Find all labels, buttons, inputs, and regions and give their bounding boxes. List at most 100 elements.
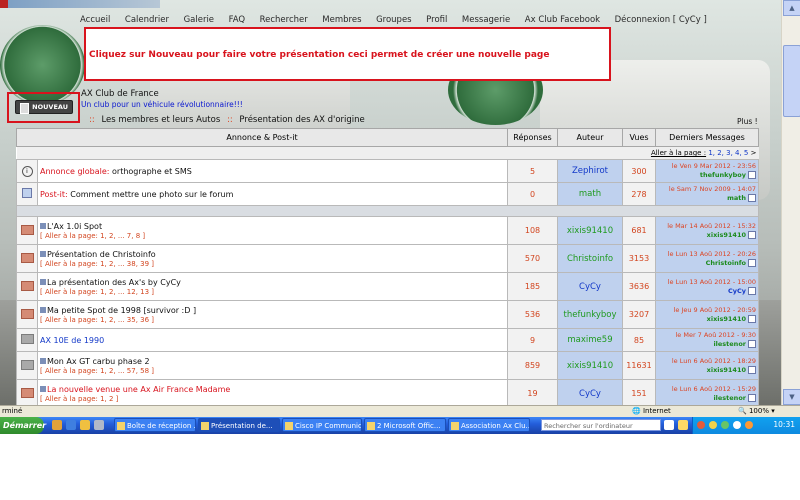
go-to-last-icon[interactable] [748, 314, 756, 323]
last-message-user[interactable]: xixis91410 [707, 366, 746, 374]
topic-title[interactable]: L'Ax 1.0i Spot [47, 222, 102, 231]
nav-profil[interactable]: Profil [426, 15, 447, 25]
topic-author[interactable]: maxime59 [557, 328, 623, 352]
task-association[interactable]: Association Ax Clu... [448, 418, 530, 432]
last-message-user[interactable]: Christoinfo [706, 259, 746, 267]
last-message-user[interactable]: thefunkyboy [700, 171, 746, 179]
nav-messagerie[interactable]: Messagerie [462, 15, 510, 25]
pagination-pages[interactable]: 1, 2, 3, 4, 5 [708, 149, 748, 157]
topic-title[interactable]: Présentation de Christoinfo [47, 250, 156, 259]
topic-author[interactable]: Zephirot [557, 159, 623, 183]
go-to-last-icon[interactable] [748, 194, 756, 202]
topic-title[interactable]: AX 10E de 1990 [40, 336, 104, 345]
pagination-next[interactable]: > [751, 149, 757, 157]
tray-volume-icon[interactable] [733, 421, 741, 429]
topic-pages[interactable]: [ Aller à la page: 1, 2, ... 7, 8 ] [40, 232, 145, 240]
table-row[interactable]: La présentation des Ax's by CyCy[ Aller … [16, 272, 759, 301]
tray-network-icon[interactable] [721, 421, 729, 429]
table-row[interactable]: L'Ax 1.0i Spot[ Aller à la page: 1, 2, .… [16, 216, 759, 245]
go-to-last-icon[interactable] [748, 171, 756, 179]
start-button[interactable]: Démarrer [0, 417, 46, 434]
nav-deconnexion[interactable]: Déconnexion [ CyCy ] [615, 15, 707, 25]
topic-pages[interactable]: [ Aller à la page: 1, 2, ... 12, 13 ] [40, 288, 154, 296]
topic-pages[interactable]: [ Aller à la page: 1, 2, ... 38, 39 ] [40, 260, 154, 268]
last-message-user[interactable]: ilestenor [713, 394, 746, 402]
quicklaunch-outlook-icon[interactable] [52, 420, 62, 430]
topic-title-cell[interactable]: Post-it: Comment mettre une photo sur le… [37, 182, 508, 206]
go-to-last-icon[interactable] [748, 393, 756, 402]
quicklaunch-folder-icon[interactable] [80, 420, 90, 430]
nav-faq[interactable]: FAQ [229, 15, 245, 25]
search-go-icon[interactable] [664, 420, 674, 430]
topic-author[interactable]: CyCy [557, 272, 623, 301]
last-message-user[interactable]: CyCy [728, 287, 746, 295]
zoom-level[interactable]: 🔍 100% ▾ [738, 407, 775, 415]
table-row[interactable]: Mon Ax GT carbu phase 2[ Aller à la page… [16, 351, 759, 380]
task-inbox[interactable]: Boîte de réception ... [114, 418, 196, 432]
go-to-last-icon[interactable] [748, 365, 756, 374]
topic-author[interactable]: thefunkyboy [557, 300, 623, 329]
tray-security-icon[interactable] [709, 421, 717, 429]
nav-calendrier[interactable]: Calendrier [125, 15, 169, 25]
plus-link[interactable]: Plus ! [737, 117, 758, 126]
topic-title[interactable]: Ma petite Spot de 1998 [survivor :D ] [47, 306, 196, 315]
topic-title-cell[interactable]: L'Ax 1.0i Spot[ Aller à la page: 1, 2, .… [37, 216, 508, 245]
topic-author[interactable]: xixis91410 [557, 216, 623, 245]
last-message-user[interactable]: xixis91410 [707, 231, 746, 239]
nav-accueil[interactable]: Accueil [80, 15, 110, 25]
topic-title-cell[interactable]: Présentation de Christoinfo[ Aller à la … [37, 244, 508, 273]
go-to-last-icon[interactable] [748, 258, 756, 267]
nav-facebook[interactable]: Ax Club Facebook [525, 15, 600, 25]
topic-title[interactable]: La présentation des Ax's by CyCy [47, 278, 181, 287]
topic-title-cell[interactable]: La présentation des Ax's by CyCy[ Aller … [37, 272, 508, 301]
topic-author[interactable]: Christoinfo [557, 244, 623, 273]
topic-author[interactable]: CyCy [557, 379, 623, 405]
quicklaunch-ie-icon[interactable] [66, 420, 76, 430]
go-to-last-icon[interactable] [748, 340, 756, 348]
new-topic-button[interactable]: NOUVEAU [15, 100, 73, 114]
scrollbar-thumb[interactable] [783, 45, 800, 117]
breadcrumb-members-autos[interactable]: Les membres et leurs Autos [101, 115, 220, 125]
topic-pages[interactable]: [ Aller à la page: 1, 2, ... 57, 58 ] [40, 367, 154, 375]
breadcrumb-presentation[interactable]: Présentation des AX d'origine [239, 115, 364, 125]
table-row[interactable]: Ma petite Spot de 1998 [survivor :D ][ A… [16, 300, 759, 329]
nav-rechercher[interactable]: Rechercher [260, 15, 308, 25]
topic-title[interactable]: orthographe et SMS [112, 167, 192, 176]
topic-title[interactable]: Mon Ax GT carbu phase 2 [47, 357, 150, 366]
topic-title-cell[interactable]: La nouvelle venue une Ax Air France Mada… [37, 379, 508, 405]
topic-pages[interactable]: [ Aller à la page: 1, 2, ... 35, 36 ] [40, 316, 154, 324]
task-cisco[interactable]: Cisco IP Communic... [282, 418, 362, 432]
scroll-up-arrow-icon[interactable]: ▲ [783, 0, 800, 16]
table-row[interactable]: i Annonce globale: orthographe et SMS 5 … [16, 159, 759, 183]
scroll-down-arrow-icon[interactable]: ▼ [783, 389, 800, 405]
topic-title[interactable]: La nouvelle venue une Ax Air France Mada… [47, 385, 230, 394]
topic-author[interactable]: xixis91410 [557, 351, 623, 380]
go-to-last-icon[interactable] [748, 286, 756, 295]
table-row[interactable]: Présentation de Christoinfo[ Aller à la … [16, 244, 759, 273]
last-message-user[interactable]: math [727, 194, 746, 202]
topic-title-cell[interactable]: Ma petite Spot de 1998 [survivor :D ][ A… [37, 300, 508, 329]
topic-title-cell[interactable]: AX 10E de 1990 [37, 328, 508, 352]
topic-title-cell[interactable]: Mon Ax GT carbu phase 2[ Aller à la page… [37, 351, 508, 380]
quicklaunch-desktop-icon[interactable] [94, 420, 104, 430]
search-options-icon[interactable] [678, 420, 688, 430]
task-presentation[interactable]: Présentation de... [198, 418, 280, 432]
last-message-user[interactable]: xixis91410 [707, 315, 746, 323]
table-row[interactable]: La nouvelle venue une Ax Air France Mada… [16, 379, 759, 405]
table-row[interactable]: AX 10E de 1990 9 maxime59 85 le Mer 7 Ao… [16, 328, 759, 352]
table-row[interactable]: Post-it: Comment mettre une photo sur le… [16, 182, 759, 206]
go-to-last-icon[interactable] [748, 230, 756, 239]
nav-membres[interactable]: Membres [322, 15, 361, 25]
clock[interactable]: 10:31 [773, 420, 795, 429]
desktop-search-input[interactable]: Rechercher sur l'ordinateur [541, 419, 661, 431]
nav-groupes[interactable]: Groupes [376, 15, 412, 25]
task-office[interactable]: 2 Microsoft Offic... [364, 418, 446, 432]
vertical-scrollbar[interactable]: ▲ ▼ [781, 0, 800, 405]
last-message-user[interactable]: ilestenor [713, 340, 746, 348]
topic-author[interactable]: math [557, 182, 623, 206]
tray-language-icon[interactable] [697, 421, 705, 429]
topic-title[interactable]: Comment mettre une photo sur le forum [70, 190, 233, 199]
nav-galerie[interactable]: Galerie [184, 15, 214, 25]
pagination-label[interactable]: Aller à la page : [651, 149, 706, 157]
topic-pages[interactable]: [ Aller à la page: 1, 2 ] [40, 395, 118, 403]
